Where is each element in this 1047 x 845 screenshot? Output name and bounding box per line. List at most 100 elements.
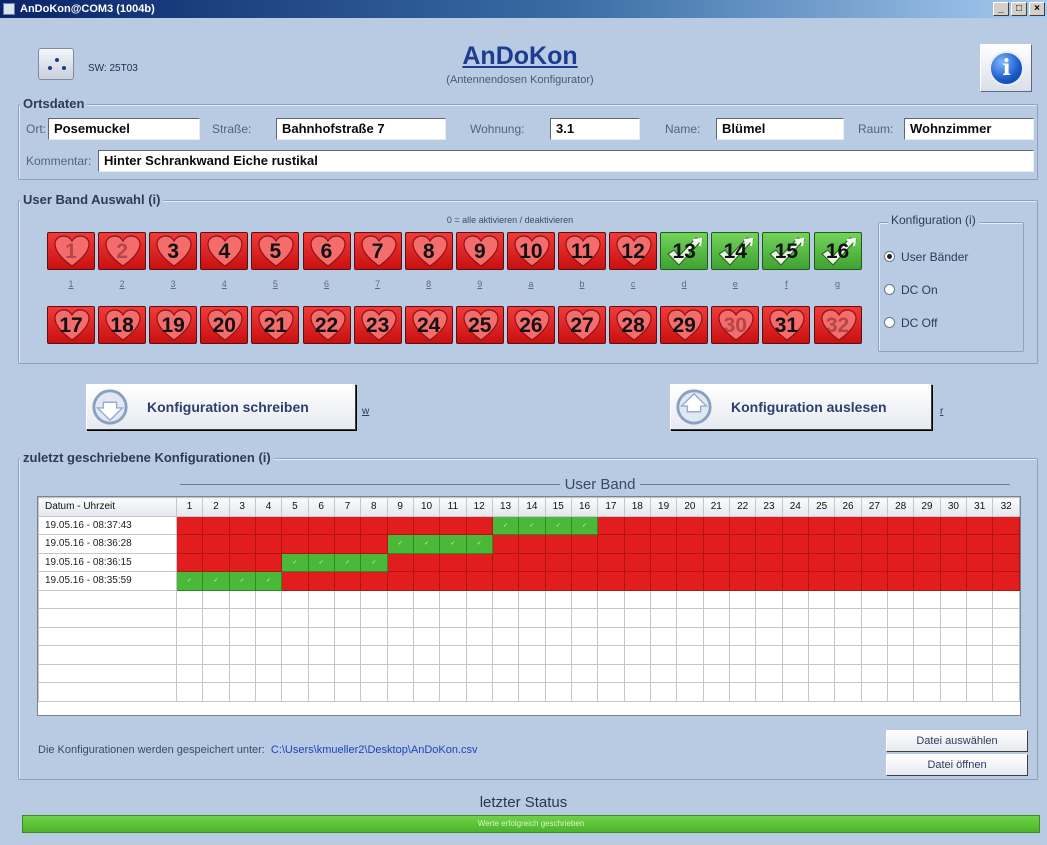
band-number: 32 bbox=[825, 314, 850, 337]
ort-field[interactable]: Posemuckel bbox=[48, 118, 200, 140]
band-cell bbox=[781, 534, 809, 554]
band-tile-12[interactable]: 12 bbox=[609, 232, 658, 270]
close-button[interactable]: × bbox=[1029, 2, 1045, 16]
save-path-link[interactable]: C:\Users\kmueller2\Desktop\AnDoKon.csv bbox=[271, 744, 478, 756]
band-number: 18 bbox=[110, 314, 134, 337]
maximize-button[interactable]: □ bbox=[1011, 2, 1027, 16]
band-tile-7[interactable]: 7 bbox=[353, 232, 402, 270]
col-band-19: 19 bbox=[649, 497, 678, 517]
band-tile-17[interactable]: 17 bbox=[47, 306, 95, 344]
raum-field[interactable]: Wohnzimmer bbox=[904, 118, 1034, 140]
band-cell bbox=[755, 534, 783, 554]
band-cell bbox=[412, 552, 441, 572]
band-cell bbox=[386, 515, 414, 535]
band-cell bbox=[913, 534, 941, 554]
band-tile-18[interactable]: 18 bbox=[98, 306, 147, 344]
band-tile-2[interactable]: 2 bbox=[98, 232, 147, 270]
band-tile-6[interactable]: 6 bbox=[302, 232, 351, 270]
band-tile-30[interactable]: 30 bbox=[711, 306, 760, 344]
band-cell bbox=[649, 552, 678, 572]
band-cell bbox=[649, 534, 678, 554]
band-tile-32[interactable]: 32 bbox=[813, 306, 862, 344]
arrow-down-icon bbox=[92, 389, 128, 425]
band-tile-9[interactable]: 9 bbox=[455, 232, 504, 270]
band-tile-4[interactable]: 4 bbox=[200, 232, 249, 270]
band-cell: ✓ bbox=[360, 552, 388, 572]
band-tile-13[interactable]: 13 bbox=[660, 232, 709, 270]
band-tile-23[interactable]: 23 bbox=[353, 306, 402, 344]
band-tile-3[interactable]: 3 bbox=[149, 232, 198, 270]
band-number: 11 bbox=[570, 240, 594, 263]
band-tile-8[interactable]: 8 bbox=[404, 232, 453, 270]
band-cell: ✓ bbox=[570, 515, 599, 535]
col-band-18: 18 bbox=[623, 497, 651, 517]
band-number: 3 bbox=[167, 240, 180, 263]
band-tile-24[interactable]: 24 bbox=[404, 306, 453, 344]
arrow-up-icon bbox=[676, 389, 712, 425]
table-row[interactable]: 19.05.16 - 08:36:15 ✓ ✓ ✓ ✓ bbox=[38, 552, 1020, 572]
band-shortcut-6: 6 bbox=[323, 279, 329, 289]
table-row[interactable]: 19.05.16 - 08:37:43 ✓ ✓ ✓ ✓ bbox=[38, 515, 1020, 535]
minimize-button[interactable]: _ bbox=[993, 2, 1009, 16]
band-tile-14[interactable]: 14 bbox=[711, 232, 760, 270]
band-tile-10[interactable]: 10 bbox=[506, 232, 555, 270]
band-cell bbox=[728, 515, 757, 535]
band-number: 13 bbox=[672, 240, 696, 263]
table-row[interactable]: 19.05.16 - 08:35:59 ✓ ✓ ✓ ✓ bbox=[38, 571, 1020, 591]
col-band-32: 32 bbox=[992, 497, 1020, 517]
device-icon-button[interactable] bbox=[38, 48, 74, 80]
band-tile-16[interactable]: 16 bbox=[813, 232, 862, 270]
save-location-label: Die Konfigurationen werden gespeichert u… bbox=[38, 744, 265, 756]
save-location: Die Konfigurationen werden gespeichert u… bbox=[38, 744, 478, 756]
band-cell bbox=[913, 571, 941, 591]
band-hint: 0 = alle aktivieren / deaktivieren bbox=[446, 215, 574, 225]
band-tile-5[interactable]: 5 bbox=[251, 232, 300, 270]
band-tile-21[interactable]: 21 bbox=[251, 306, 300, 344]
status-bar: Werte erfolgreich geschrieben bbox=[22, 815, 1040, 833]
band-cell bbox=[597, 534, 625, 554]
radio-dc-on[interactable]: DC On bbox=[884, 283, 938, 297]
band-tile-19[interactable]: 19 bbox=[149, 306, 198, 344]
band-cell bbox=[281, 571, 309, 591]
band-tile-15[interactable]: 15 bbox=[762, 232, 811, 270]
history-grid[interactable]: Datum - Uhrzeit 1 2 3 4 5 6 7 8 9 10 11 12 13 14 15 16 17… bbox=[37, 496, 1021, 716]
band-cell bbox=[491, 534, 520, 554]
band-cell bbox=[860, 534, 889, 554]
info-button[interactable]: i bbox=[980, 44, 1032, 92]
band-tile-31[interactable]: 31 bbox=[762, 306, 811, 344]
open-file-button[interactable]: Datei öffnen bbox=[886, 754, 1028, 776]
band-shortcut-a: a bbox=[528, 279, 534, 289]
write-config-label: Konfiguration schreiben bbox=[147, 399, 309, 415]
kommentar-field[interactable]: Hinter Schrankwand Eiche rustikal bbox=[98, 150, 1034, 172]
band-cell bbox=[702, 552, 730, 572]
radio-dc-off[interactable]: DC Off bbox=[884, 316, 937, 330]
table-row[interactable]: 19.05.16 - 08:36:28 ✓ ✓ ✓ ✓ bbox=[38, 534, 1020, 554]
col-band-4: 4 bbox=[254, 497, 283, 517]
band-tile-1[interactable]: 1 bbox=[47, 232, 95, 270]
band-tile-11[interactable]: 11 bbox=[558, 232, 606, 270]
band-cell bbox=[807, 515, 836, 535]
strasse-field[interactable]: Bahnhofstraße 7 bbox=[276, 118, 446, 140]
band-cell bbox=[966, 571, 994, 591]
choose-file-button[interactable]: Datei auswählen bbox=[886, 730, 1028, 752]
band-tile-28[interactable]: 28 bbox=[609, 306, 658, 344]
write-config-button[interactable]: Konfiguration schreiben bbox=[86, 384, 356, 430]
name-label: Name: bbox=[665, 122, 701, 136]
band-tile-20[interactable]: 20 bbox=[200, 306, 249, 344]
band-tile-25[interactable]: 25 bbox=[455, 306, 504, 344]
band-tile-27[interactable]: 27 bbox=[558, 306, 606, 344]
band-cell bbox=[202, 515, 230, 535]
col-band-9: 9 bbox=[386, 497, 414, 517]
band-cell bbox=[175, 534, 204, 554]
col-band-15: 15 bbox=[544, 497, 572, 517]
strasse-label: Straße: bbox=[212, 122, 252, 136]
band-tile-26[interactable]: 26 bbox=[506, 306, 555, 344]
band-tile-22[interactable]: 22 bbox=[302, 306, 351, 344]
band-cell bbox=[676, 515, 704, 535]
col-band-8: 8 bbox=[360, 497, 388, 517]
band-tile-29[interactable]: 29 bbox=[660, 306, 709, 344]
read-config-button[interactable]: Konfiguration auslesen bbox=[670, 384, 932, 430]
name-field[interactable]: Blümel bbox=[716, 118, 844, 140]
wohnung-field[interactable]: 3.1 bbox=[550, 118, 640, 140]
radio-user-baender[interactable]: User Bänder bbox=[884, 250, 968, 264]
